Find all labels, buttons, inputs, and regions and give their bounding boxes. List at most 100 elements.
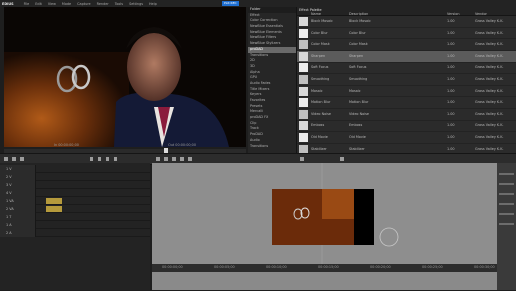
effect-vendor: Grass Valley K.K. — [475, 100, 504, 105]
effect-vendor: Grass Valley K.K. — [475, 146, 504, 151]
effect-version: 1.00 — [447, 135, 455, 139]
marker-icon[interactable] — [180, 157, 184, 161]
play-icon[interactable] — [90, 157, 93, 161]
column-version[interactable]: Version — [447, 12, 459, 16]
effect-vendor: Grass Valley K.K. — [475, 111, 504, 116]
effect-vendor: Grass Valley K.K. — [475, 135, 504, 139]
timeline-track[interactable]: 1 V — [0, 165, 150, 173]
effect-description: Old Movie — [349, 135, 366, 139]
timeline-track[interactable]: 2 A — [0, 229, 150, 237]
effect-vendor: Grass Valley K.K. — [475, 53, 504, 58]
effect-row[interactable]: Video Noise Video Noise 1.00 Grass Valley K… — [297, 109, 516, 121]
timeline-ruler: 00:00:00;00 00:00:05;00 00:00:10;00 00:00:1… — [152, 264, 516, 272]
menu-tools[interactable]: Tools — [115, 2, 123, 6]
effect-description: Mosaic — [349, 88, 361, 93]
render-icon[interactable] — [188, 157, 192, 161]
timeline-track[interactable]: 2 VA — [0, 205, 150, 213]
menu-file[interactable]: File — [24, 2, 30, 6]
recorder-frame — [152, 163, 516, 264]
menu-mode[interactable]: Mode — [62, 2, 71, 6]
ruler-tick-label: 00:00:05;00 — [214, 265, 235, 269]
track-header[interactable]: 1 VA — [0, 197, 36, 205]
menu-render[interactable]: Render — [97, 2, 109, 6]
menu-help[interactable]: Help — [149, 2, 157, 6]
step-forward-icon[interactable] — [106, 157, 109, 161]
timeline-track[interactable]: 3 V — [0, 181, 150, 189]
effect-row[interactable]: Motion Blur Motion Blur 1.00 Grass Valley K… — [297, 97, 516, 109]
track-label: 1 T — [6, 215, 12, 219]
menu-capture[interactable]: Capture — [77, 2, 90, 6]
recorder-preview: 00:00:00;00 00:00:05;00 00:00:10;00 00:00:1… — [152, 163, 516, 290]
track-header[interactable]: 3 V — [0, 181, 36, 189]
track-header[interactable]: 4 V — [0, 189, 36, 197]
menu-view[interactable]: View — [48, 2, 56, 6]
column-description[interactable]: Description — [349, 12, 368, 16]
track-header[interactable]: 2 V — [0, 173, 36, 181]
track-header[interactable]: 1 T — [0, 213, 36, 221]
effect-vendor: Grass Valley K.K. — [475, 123, 504, 128]
track-header[interactable]: 1 A — [0, 221, 36, 229]
timeline-clip[interactable] — [46, 198, 62, 204]
new-sequence-icon[interactable] — [4, 157, 8, 161]
menu-bar: EDIUS File Edit View Mode Capture Render… — [0, 0, 516, 7]
track-header[interactable]: 2 A — [0, 229, 36, 237]
timeline-track[interactable]: 4 V — [0, 189, 150, 197]
timeline-track[interactable]: 2 V — [0, 173, 150, 181]
open-project-icon[interactable] — [12, 157, 16, 161]
player-timecode-bar: In 00:00:00;00 Out 00:00:00;00 — [4, 143, 246, 148]
column-name[interactable]: Name — [311, 12, 321, 16]
effect-thumbnail — [299, 75, 308, 84]
column-vendor[interactable]: Vendor — [475, 12, 487, 16]
menu-edit[interactable]: Edit — [35, 2, 42, 6]
effect-palette: Effect Palette Name Description Version … — [297, 7, 516, 156]
timeline-clip[interactable] — [46, 206, 62, 212]
delete-icon[interactable] — [164, 157, 168, 161]
effect-thumbnail — [299, 63, 308, 73]
effect-icon[interactable] — [300, 157, 304, 161]
zoom-icon[interactable] — [340, 157, 344, 161]
effect-row[interactable]: Block Mosaic Block Mosaic 1.00 Grass Valley… — [297, 16, 516, 28]
effect-row[interactable]: Emboss Emboss 1.00 Grass Valley K.K. — [297, 120, 516, 133]
effect-version: 1.00 — [447, 65, 455, 70]
effect-name: Old Movie — [311, 135, 328, 139]
cut-icon[interactable] — [156, 157, 160, 161]
effect-row[interactable]: Color Blur Color Blur 1.00 Grass Valley K.K… — [297, 28, 516, 40]
menu-settings[interactable]: Settings — [129, 2, 143, 6]
save-project-icon[interactable] — [20, 157, 24, 161]
effect-version: 1.00 — [447, 30, 455, 35]
tree-item[interactable]: Transitions — [248, 144, 296, 150]
effect-row[interactable]: Soft Focus Soft Focus 1.00 Grass Valley K.K… — [297, 62, 516, 75]
effect-thumbnail — [299, 86, 308, 96]
effect-thumbnail — [299, 40, 308, 50]
timeline-track[interactable]: 1 A — [0, 221, 150, 229]
track-header[interactable]: 1 V — [0, 165, 36, 173]
effect-row[interactable]: Color Mask Color Mask 1.00 Grass Valley K.K… — [297, 39, 516, 51]
effect-row[interactable]: Old Movie Old Movie 1.00 Grass Valley K.K. — [297, 132, 516, 144]
effect-row[interactable]: Smoothing Smoothing 1.00 Grass Valley K.K. — [297, 74, 516, 86]
effect-row[interactable]: Sharpen Sharpen 1.00 Grass Valley K.K. — [297, 50, 516, 63]
loop-icon[interactable] — [114, 157, 117, 161]
effect-version: 1.00 — [447, 111, 455, 116]
stop-icon[interactable] — [98, 157, 101, 161]
effect-description: Sharpen — [349, 53, 364, 58]
track-header[interactable]: 2 VA — [0, 205, 36, 213]
effect-version: 1.00 — [447, 88, 455, 93]
effect-version: 1.00 — [447, 53, 455, 58]
effect-thumbnail — [299, 17, 308, 26]
ruler-tick-label: 00:00:10;00 — [266, 265, 287, 269]
properties-sidebar — [497, 163, 516, 290]
plr-rec-badge[interactable]: PLR REC — [222, 1, 239, 6]
effect-description: Emboss — [349, 123, 363, 128]
effect-vendor: Grass Valley K.K. — [475, 77, 504, 81]
effect-row[interactable]: Mosaic Mosaic 1.00 Grass Valley K.K. — [297, 86, 516, 98]
timeline-track[interactable]: 1 T — [0, 213, 150, 221]
player-monitor — [4, 7, 246, 147]
effect-thumbnail — [299, 28, 308, 38]
effect-thumbnail — [299, 133, 308, 142]
effect-vendor: Grass Valley K.K. — [475, 88, 504, 93]
timeline-track[interactable]: 1 VA — [0, 197, 150, 205]
effect-name: Sharpen — [311, 53, 326, 58]
ruler-tick-label: 00:00:15;00 — [318, 265, 339, 269]
ripple-icon[interactable] — [172, 157, 176, 161]
effect-name: Emboss — [311, 123, 325, 128]
